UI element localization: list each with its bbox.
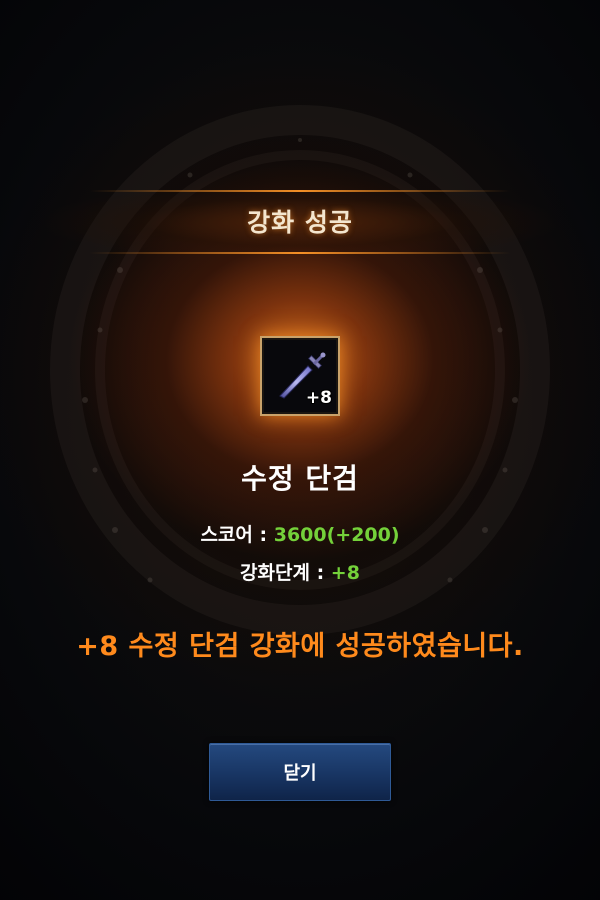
score-label: 스코어 : (200, 524, 274, 546)
item-level-badge: +8 (305, 388, 332, 408)
score-row: 스코어 : 3600(+200) (0, 520, 600, 547)
enhance-result-screen: 강화 성공 +8 수정 단검 스코어 : 3600(+200) 강화단계 : +… (0, 0, 600, 900)
item-name: 수정 단검 (241, 462, 359, 495)
close-button[interactable]: 닫기 (209, 743, 391, 801)
enhance-level-value: +8 (330, 562, 360, 584)
enhance-level-label: 강화단계 : (240, 562, 331, 584)
title-divider-bottom (90, 252, 510, 254)
title-divider-top (90, 190, 510, 192)
item-slot: +8 (260, 336, 340, 416)
result-message: +8 수정 단검 강화에 성공하였습니다. (76, 631, 524, 662)
close-button-label: 닫기 (283, 763, 317, 784)
dialog-title: 강화 성공 (247, 208, 353, 237)
enhance-level-row: 강화단계 : +8 (0, 558, 600, 585)
score-value: 3600(+200) (273, 524, 400, 546)
